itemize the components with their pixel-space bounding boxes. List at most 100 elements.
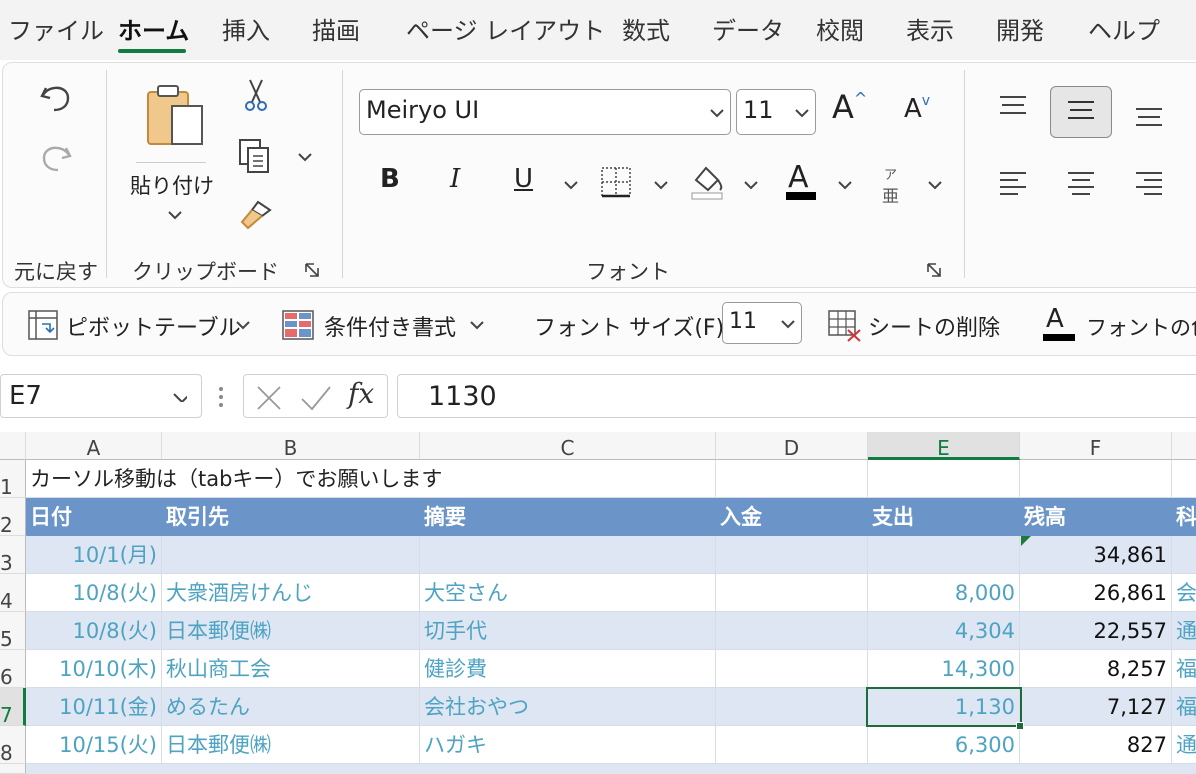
income-cell[interactable] <box>716 726 868 764</box>
formula-bar-grip-icon[interactable] <box>216 384 226 410</box>
income-cell[interactable] <box>716 574 868 612</box>
clipboard-launcher-icon[interactable] <box>304 262 320 278</box>
header-cell-date[interactable]: 日付 <box>26 498 162 536</box>
description-cell[interactable]: 会社おやつ <box>420 688 716 726</box>
column-header-b[interactable]: B <box>162 432 420 460</box>
partner-cell[interactable]: めるたん <box>162 688 420 726</box>
date-cell[interactable]: 10/8(火) <box>26 612 162 650</box>
select-all-corner[interactable] <box>0 432 26 460</box>
paste-icon[interactable] <box>144 84 208 150</box>
row-header[interactable]: 5 <box>0 612 26 651</box>
header-cell-balance[interactable]: 残高 <box>1020 498 1172 536</box>
column-header-e[interactable]: E <box>868 432 1020 460</box>
balance-cell[interactable]: 7,127 <box>1020 688 1172 726</box>
category-cell[interactable] <box>1172 536 1196 574</box>
cell[interactable] <box>868 460 1020 498</box>
balance-cell[interactable]: 26,861 <box>1020 574 1172 612</box>
pivot-table-label[interactable]: ピボットテーブル <box>66 310 241 342</box>
align-middle-button[interactable] <box>1050 86 1112 138</box>
insert-function-icon[interactable]: fx <box>348 377 374 410</box>
description-cell[interactable]: 大空さん <box>420 574 716 612</box>
income-cell[interactable] <box>716 688 868 726</box>
income-cell[interactable] <box>716 650 868 688</box>
align-left-icon[interactable] <box>998 170 1028 196</box>
row-header[interactable]: 8 <box>0 726 26 765</box>
pivot-table-icon[interactable] <box>28 310 58 340</box>
column-header-f[interactable]: F <box>1020 432 1172 460</box>
header-cell-partner[interactable]: 取引先 <box>162 498 420 536</box>
delete-sheet-label[interactable]: シートの削除 <box>868 310 1000 342</box>
delete-sheet-icon[interactable] <box>828 310 862 342</box>
row-header-selected[interactable]: 7 <box>0 688 26 727</box>
cell[interactable] <box>716 460 868 498</box>
column-header-g[interactable] <box>1172 432 1196 460</box>
undo-icon[interactable] <box>38 76 74 116</box>
tab-review[interactable]: 校閲 <box>816 14 864 48</box>
align-top-icon[interactable] <box>998 94 1028 120</box>
font-color-icon[interactable]: A <box>788 160 809 195</box>
cut-icon[interactable] <box>242 78 270 114</box>
header-cell-expense[interactable]: 支出 <box>868 498 1020 536</box>
fill-color-icon[interactable] <box>690 164 724 200</box>
row-header[interactable]: 3 <box>0 536 26 575</box>
fill-chevron-down-icon[interactable] <box>744 180 758 190</box>
align-bottom-icon[interactable] <box>1134 106 1164 132</box>
description-cell[interactable]: 健診費 <box>420 650 716 688</box>
qa-font-size-dropdown[interactable]: 11 <box>722 302 802 344</box>
borders-chevron-down-icon[interactable] <box>654 180 668 190</box>
format-painter-icon[interactable] <box>238 198 274 232</box>
column-header-d[interactable]: D <box>716 432 868 460</box>
expense-cell[interactable]: 4,304 <box>868 612 1020 650</box>
partner-cell[interactable] <box>162 536 420 574</box>
conditional-format-label[interactable]: 条件付き書式 <box>324 310 456 342</box>
header-cell-income[interactable]: 入金 <box>716 498 868 536</box>
align-center-icon[interactable] <box>1066 170 1096 196</box>
tab-page-layout[interactable]: ページ レイアウト <box>406 14 605 48</box>
income-cell[interactable] <box>716 612 868 650</box>
cell[interactable] <box>1020 460 1172 498</box>
column-header-a[interactable]: A <box>26 432 162 460</box>
date-cell[interactable]: 10/15(火) <box>26 726 162 764</box>
row-header[interactable] <box>0 764 26 774</box>
expense-cell[interactable]: 8,000 <box>868 574 1020 612</box>
paste-chevron-down-icon[interactable] <box>168 210 182 220</box>
balance-cell[interactable]: 827 <box>1020 726 1172 764</box>
date-cell[interactable]: 10/10(木) <box>26 650 162 688</box>
partner-cell[interactable]: 大衆酒房けんじ <box>162 574 420 612</box>
cancel-icon[interactable] <box>256 385 282 411</box>
tab-file[interactable]: ファイル <box>8 14 104 48</box>
date-cell[interactable]: 10/11(金) <box>26 688 162 726</box>
header-cell-category[interactable]: 科 <box>1172 498 1196 536</box>
grow-font-icon[interactable]: A^ <box>832 88 867 126</box>
balance-cell[interactable]: 34,861 <box>1020 536 1172 574</box>
description-cell[interactable]: ハガキ <box>420 726 716 764</box>
expense-cell[interactable]: 14,300 <box>868 650 1020 688</box>
bold-button[interactable]: B <box>380 164 400 194</box>
italic-button[interactable]: I <box>450 164 460 194</box>
balance-cell[interactable]: 8,257 <box>1020 650 1172 688</box>
pivot-chevron-down-icon[interactable] <box>236 320 250 330</box>
shrink-font-icon[interactable]: Av <box>904 93 930 124</box>
expense-cell[interactable] <box>868 536 1020 574</box>
header-cell-description[interactable]: 摘要 <box>420 498 716 536</box>
description-cell[interactable] <box>420 536 716 574</box>
error-indicator-icon[interactable] <box>1021 536 1031 546</box>
row-header[interactable]: 2 <box>0 498 26 537</box>
underline-button[interactable]: U <box>514 164 533 194</box>
font-name-dropdown[interactable]: Meiryo UI <box>359 89 731 135</box>
expense-cell[interactable]: 6,300 <box>868 726 1020 764</box>
font-color-label[interactable]: フォントの色 <box>1086 312 1196 342</box>
copy-icon[interactable] <box>238 138 272 174</box>
tab-formulas[interactable]: 数式 <box>622 14 670 48</box>
category-cell[interactable]: 福 <box>1172 650 1196 688</box>
income-cell[interactable] <box>716 536 868 574</box>
note-cell[interactable]: カーソル移動は（tabキー）でお願いします <box>26 460 716 498</box>
tab-insert[interactable]: 挿入 <box>222 14 270 48</box>
balance-cell[interactable]: 22,557 <box>1020 612 1172 650</box>
conditional-format-chevron-down-icon[interactable] <box>470 320 484 330</box>
copy-chevron-down-icon[interactable] <box>298 152 312 162</box>
partner-cell[interactable]: 日本郵便㈱ <box>162 612 420 650</box>
tab-help[interactable]: ヘルプ <box>1088 14 1160 48</box>
formula-input[interactable]: 1130 <box>397 374 1196 418</box>
paste-button-label[interactable]: 貼り付け <box>130 170 214 200</box>
